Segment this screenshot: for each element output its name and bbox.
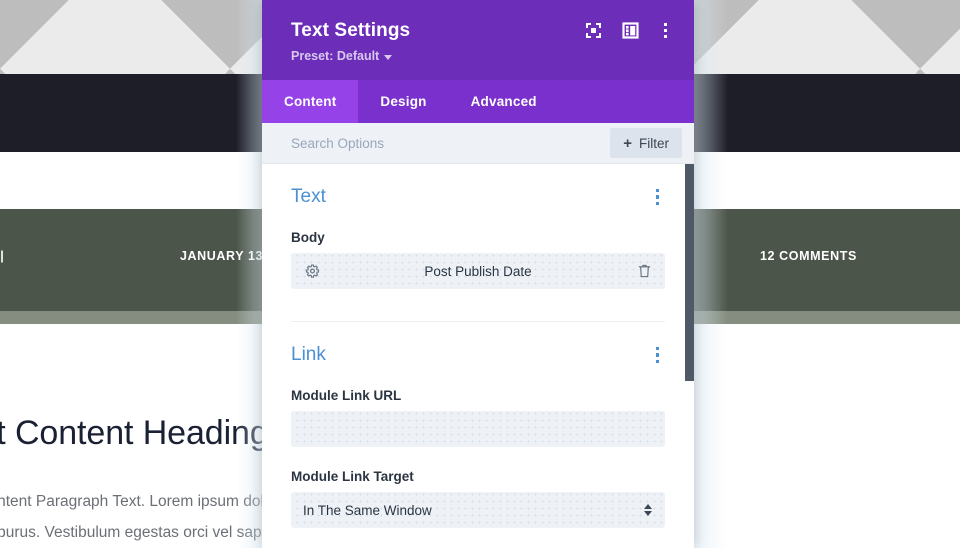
modal-header-actions [585, 22, 672, 39]
post-meta-date: JANUARY 13 [180, 249, 264, 263]
filter-button[interactable]: + Filter [610, 128, 682, 158]
section-text-more-icon[interactable] [650, 187, 666, 208]
modal-header: Text Settings Preset: Default [262, 0, 694, 80]
module-link-target-select[interactable]: In The Same Window [291, 492, 665, 528]
module-link-url-field[interactable] [291, 411, 665, 447]
section-link: Link Module Link URL Module Link Target … [291, 322, 665, 528]
preset-label: Preset: Default [291, 49, 380, 63]
tab-design[interactable]: Design [358, 80, 448, 123]
post-content-heading: Post Content Heading [0, 414, 269, 452]
search-options-bar: + Filter [262, 123, 694, 164]
body-dynamic-content-field[interactable]: Post Publish Date [291, 253, 665, 289]
module-link-target-label: Module Link Target [291, 469, 414, 484]
module-link-url-label: Module Link URL [291, 388, 402, 403]
filter-button-label: Filter [639, 135, 669, 151]
section-text: Text Body Post Publish Date [291, 164, 665, 322]
post-meta-comments: 12 COMMENTS [760, 249, 857, 263]
more-options-icon[interactable] [659, 22, 672, 39]
screen: GORY 2 | JANUARY 13 12 COMMENTS Post Con… [0, 0, 960, 548]
modal-title: Text Settings [291, 20, 411, 41]
modal-scroll-content: Text Body Post Publish Date Link Module … [262, 164, 694, 548]
gear-icon[interactable] [305, 264, 320, 279]
module-link-url-input[interactable] [291, 411, 665, 447]
section-text-header: Text [291, 186, 665, 208]
select-stepper-arrows-icon [644, 504, 652, 516]
body-dynamic-content-value: Post Publish Date [424, 263, 532, 279]
arrow-down-icon [644, 511, 652, 516]
focus-icon[interactable] [585, 22, 602, 39]
modal-scrollbar-thumb[interactable] [685, 164, 694, 381]
module-link-target-value: In The Same Window [303, 502, 432, 518]
search-input[interactable] [291, 135, 611, 151]
trash-icon[interactable] [638, 264, 651, 278]
section-link-more-icon[interactable] [650, 345, 666, 366]
post-meta-category: GORY 2 | [0, 249, 5, 263]
section-text-title: Text [291, 186, 326, 207]
arrow-up-icon [644, 504, 652, 509]
tab-advanced[interactable]: Advanced [449, 80, 559, 123]
modal-tab-bar: Content Design Advanced [262, 80, 694, 123]
tab-content[interactable]: Content [262, 80, 359, 123]
section-link-title: Link [291, 344, 326, 365]
modal-body: Text Body Post Publish Date Link Module … [262, 164, 694, 548]
preset-selector[interactable]: Preset: Default [291, 49, 393, 63]
text-settings-modal: Text Settings Preset: Default Content De… [262, 0, 694, 548]
modal-scrollbar-track[interactable] [685, 164, 694, 548]
plus-icon: + [623, 134, 632, 152]
section-link-header: Link [291, 344, 665, 366]
body-field-label: Body [291, 230, 325, 245]
layout-panel-icon[interactable] [622, 22, 639, 39]
chevron-down-icon [384, 54, 393, 60]
